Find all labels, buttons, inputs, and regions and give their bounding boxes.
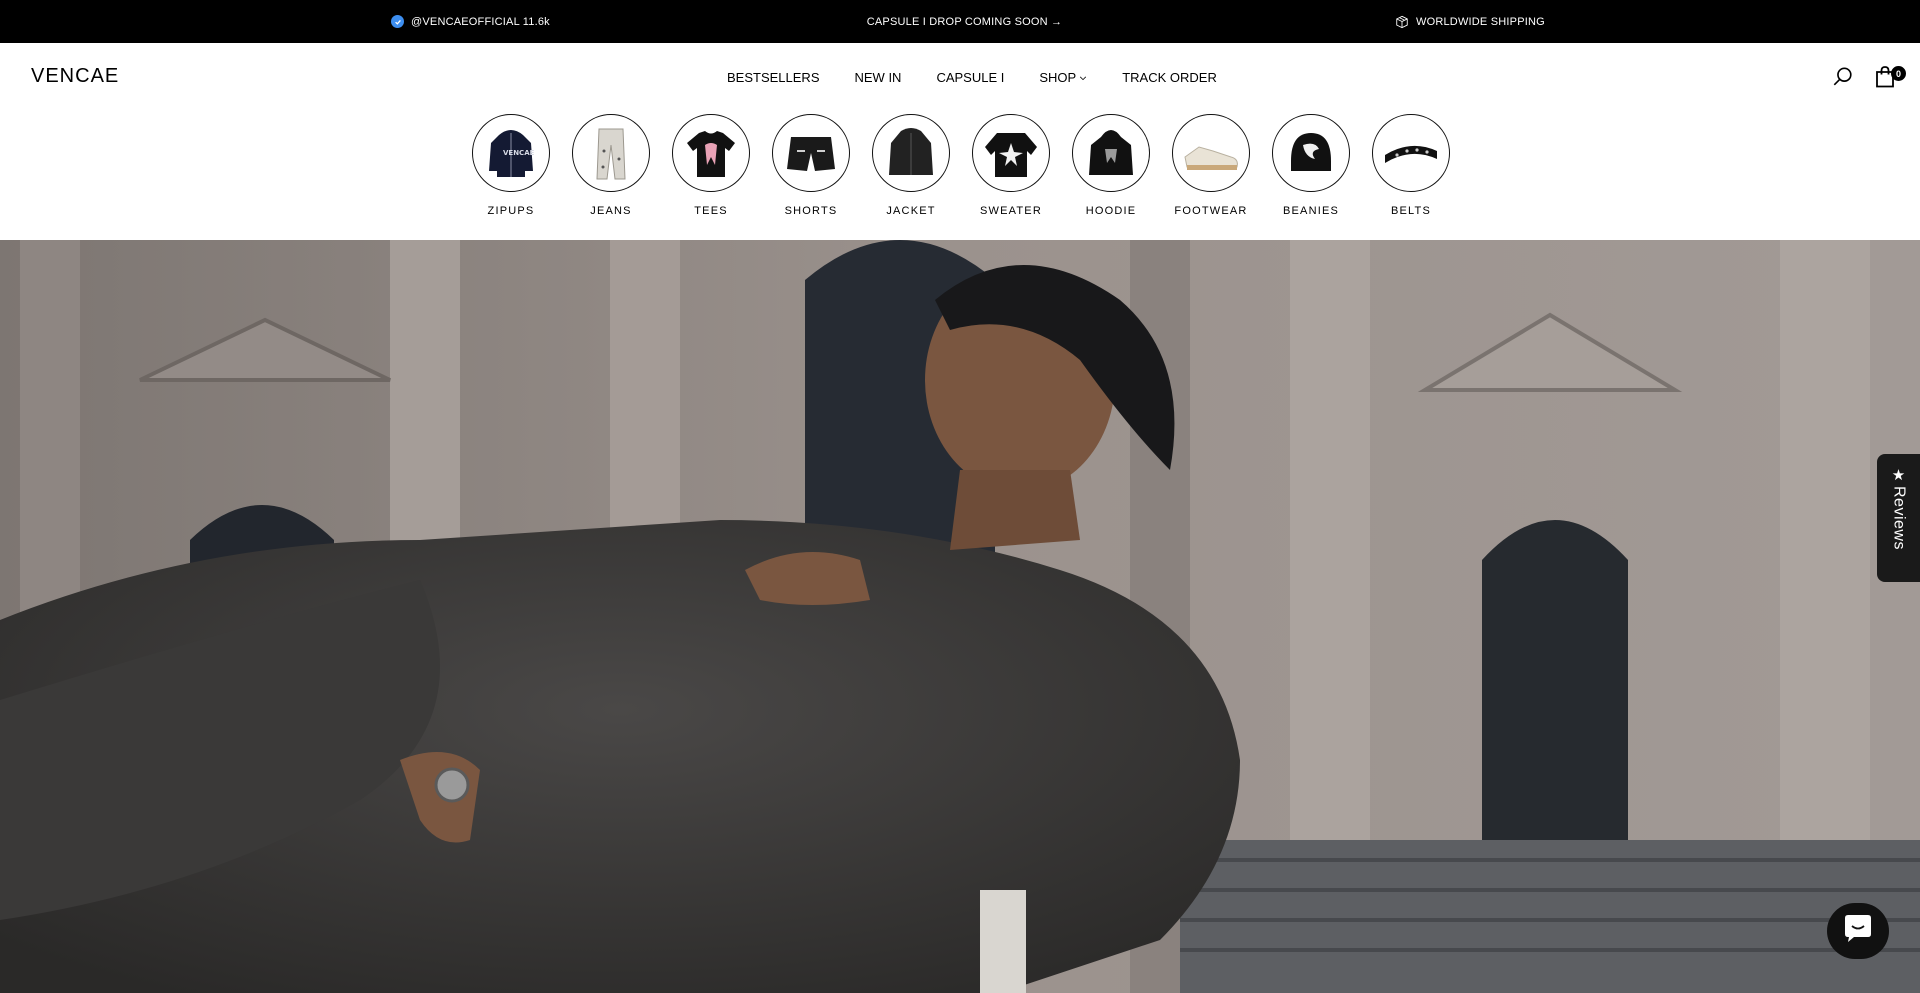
chevron-down-icon xyxy=(1076,74,1087,82)
nav-bestsellers[interactable]: BESTSELLERS xyxy=(727,70,820,85)
category-shorts[interactable]: SHORTS xyxy=(761,114,861,217)
zip-hoodie-icon: VENCAE xyxy=(472,114,550,192)
main-nav: BESTSELLERS NEW IN CAPSULE I SHOP TRACK … xyxy=(727,70,1217,85)
category-hoodie[interactable]: HOODIE xyxy=(1061,114,1161,217)
category-label: FOOTWEAR xyxy=(1174,205,1248,217)
shipping-notice: WORLDWIDE SHIPPING xyxy=(1395,0,1545,43)
nav-capsule-i[interactable]: CAPSULE I xyxy=(936,70,1004,85)
nav-track-order[interactable]: TRACK ORDER xyxy=(1122,70,1217,85)
hero-photo xyxy=(0,240,1920,993)
announcement-bar: @VENCAEOFFICIAL 11.6k CAPSULE I DROP COM… xyxy=(0,0,1920,43)
hero-banner-image[interactable] xyxy=(0,240,1920,993)
nav-shop-label: SHOP xyxy=(1039,70,1077,85)
category-carousel: VENCAE ZIPUPS JEANS TEES SHORTS JACKET S… xyxy=(461,114,1461,217)
category-tees[interactable]: TEES xyxy=(661,114,761,217)
category-zipups[interactable]: VENCAE ZIPUPS xyxy=(461,114,561,217)
category-sweater[interactable]: SWEATER xyxy=(961,114,1061,217)
category-label: SHORTS xyxy=(784,205,838,217)
hoodie-icon xyxy=(1072,114,1150,192)
category-jeans[interactable]: JEANS xyxy=(561,114,661,217)
category-label: TEES xyxy=(694,205,728,217)
jacket-icon xyxy=(872,114,950,192)
sweater-icon xyxy=(972,114,1050,192)
chat-bubble-icon xyxy=(1842,914,1874,949)
beanie-icon xyxy=(1272,114,1350,192)
category-label: ZIPUPS xyxy=(487,205,535,217)
drop-announcement-text: CAPSULE I DROP COMING SOON → xyxy=(866,15,1063,28)
package-box-icon xyxy=(1395,15,1409,29)
nav-new-in[interactable]: NEW IN xyxy=(855,70,902,85)
category-label: BELTS xyxy=(1390,205,1432,217)
shorts-icon xyxy=(772,114,850,192)
category-label: BEANIES xyxy=(1282,205,1340,217)
drop-announcement-link[interactable]: CAPSULE I DROP COMING SOON → xyxy=(0,0,1920,43)
chat-button[interactable] xyxy=(1827,903,1889,959)
category-beanies[interactable]: BEANIES xyxy=(1261,114,1361,217)
belt-icon xyxy=(1372,114,1450,192)
category-label: JACKET xyxy=(886,205,936,217)
svg-text:VENCAE: VENCAE xyxy=(503,149,535,157)
site-logo[interactable]: VENCAE xyxy=(31,65,119,88)
category-label: SWEATER xyxy=(980,205,1042,217)
cart-count-badge: 0 xyxy=(1891,66,1906,81)
reviews-tab-label: Reviews xyxy=(1890,486,1908,550)
search-icon[interactable] xyxy=(1832,66,1854,88)
jeans-icon xyxy=(572,114,650,192)
nav-shop[interactable]: SHOP xyxy=(1039,70,1087,85)
site-header: VENCAE BESTSELLERS NEW IN CAPSULE I SHOP… xyxy=(0,43,1920,115)
category-label: JEANS xyxy=(590,205,632,217)
star-icon: ★ xyxy=(1891,467,1906,484)
category-footwear[interactable]: FOOTWEAR xyxy=(1161,114,1261,217)
sneaker-icon xyxy=(1172,114,1250,192)
category-jacket[interactable]: JACKET xyxy=(861,114,961,217)
reviews-tab[interactable]: ★ Reviews xyxy=(1877,454,1920,582)
tshirt-icon xyxy=(672,114,750,192)
category-belts[interactable]: BELTS xyxy=(1361,114,1461,217)
shipping-text: WORLDWIDE SHIPPING xyxy=(1416,15,1545,28)
category-label: HOODIE xyxy=(1085,205,1137,217)
